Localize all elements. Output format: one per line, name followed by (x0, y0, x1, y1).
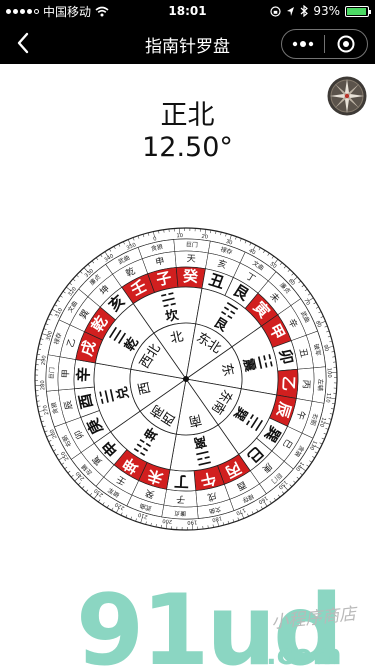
carrier-info: 中国移动 (6, 3, 109, 20)
back-button[interactable] (8, 28, 38, 58)
target-circle-icon (337, 35, 355, 53)
luopan-compass-dial[interactable]: 0 10 2030405060708090100110120130140150160… (34, 227, 338, 531)
direction-label: 正北 (160, 100, 215, 131)
degree-readout: 12.50° (142, 132, 233, 163)
star-label: 左辅 (316, 379, 325, 391)
status-bar: 中国移动 18:01 93% (0, 0, 375, 22)
mountain-label-癸: 癸 (182, 267, 200, 286)
mini-program-capsule (281, 29, 368, 59)
small-ring-label: 丙 (300, 379, 311, 388)
small-ring-label: 子 (176, 493, 185, 504)
more-button[interactable] (282, 30, 324, 58)
mountain-label-辛: 辛 (74, 367, 93, 383)
degree-label-100: 100 (326, 368, 332, 378)
carrier-label: 中国移动 (43, 4, 92, 19)
wifi-icon (95, 6, 109, 16)
close-button[interactable] (325, 30, 367, 58)
degree-label-20: 20 (201, 234, 208, 241)
mountain-label-乙: 乙 (279, 376, 298, 392)
mountain-label-丁: 丁 (174, 472, 190, 491)
battery-icon (345, 5, 371, 17)
nav-bar: 指南针罗盘 (0, 22, 375, 64)
rotation-lock-icon (270, 5, 281, 17)
star-label: 巨门 (47, 367, 56, 379)
location-icon (287, 6, 295, 16)
chevron-left-icon (17, 32, 29, 54)
star-label: 廉贞 (174, 509, 186, 518)
signal-icon (6, 8, 39, 14)
degree-label-280: 280 (40, 380, 46, 390)
star-label: 巨门 (186, 240, 198, 249)
status-right: 93% (270, 4, 371, 18)
degree-label-190: 190 (187, 519, 197, 525)
battery-level (347, 7, 366, 15)
small-ring-label: 天 (186, 254, 195, 264)
small-ring-label: 甲 (60, 369, 71, 378)
degree-label-10: 10 (176, 233, 183, 239)
watermark-domain: .com (266, 638, 342, 667)
compass-rotating-group: 0 10 2030405060708090100110120130140150160… (34, 227, 338, 531)
bluetooth-icon (300, 5, 309, 17)
battery-percent: 93% (313, 4, 340, 18)
more-dots-icon (292, 41, 314, 47)
watermark-logo: 91ud .com 小程序商店 (76, 578, 360, 667)
